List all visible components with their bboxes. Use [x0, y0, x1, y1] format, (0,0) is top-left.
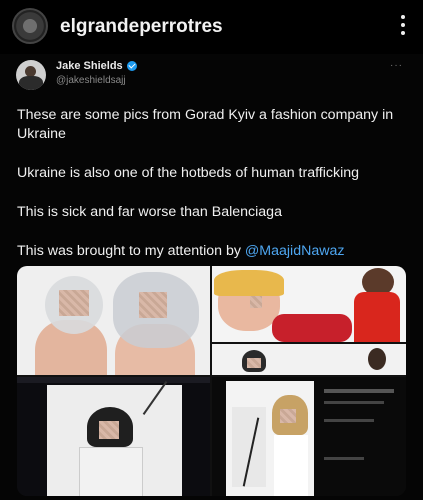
- tweet-photo-1[interactable]: [17, 266, 210, 375]
- tweet-author-name-row[interactable]: Jake Shields: [56, 60, 137, 72]
- tweet-media-grid[interactable]: [17, 266, 406, 496]
- tweet-photo-4[interactable]: [17, 377, 210, 496]
- instagram-header: elgrandeperrotres: [0, 0, 423, 54]
- tweet-paragraph-3: This is sick and far worse than Balencia…: [17, 204, 282, 220]
- tweet-card: Jake Shields @jakeshieldsajj ··· These a…: [0, 54, 423, 500]
- tweet-photo-2[interactable]: [212, 266, 406, 342]
- tweet-paragraph-1: These are some pics from Gorad Kyiv a fa…: [17, 107, 394, 142]
- tweet-author-handle[interactable]: @jakeshieldsajj: [56, 75, 126, 86]
- mention-link[interactable]: @MaajidNawaz: [245, 243, 345, 259]
- tweet-author-avatar[interactable]: [16, 60, 46, 90]
- more-horizontal-icon[interactable]: ···: [390, 60, 403, 71]
- tweet-photo-3[interactable]: [212, 344, 406, 375]
- profile-username[interactable]: elgrandeperrotres: [60, 16, 223, 38]
- tweet-paragraph-4-text: This was brought to my attention by: [17, 243, 245, 259]
- profile-avatar[interactable]: [12, 8, 48, 44]
- tweet-paragraph-2: Ukraine is also one of the hotbeds of hu…: [17, 165, 360, 181]
- tweet-author-name[interactable]: Jake Shields: [56, 60, 123, 72]
- tweet-photo-5[interactable]: [212, 377, 406, 496]
- tweet-paragraph-4: This was brought to my attention by @Maa…: [17, 242, 412, 261]
- verified-badge-icon: [126, 61, 137, 71]
- more-vertical-icon[interactable]: [397, 10, 409, 40]
